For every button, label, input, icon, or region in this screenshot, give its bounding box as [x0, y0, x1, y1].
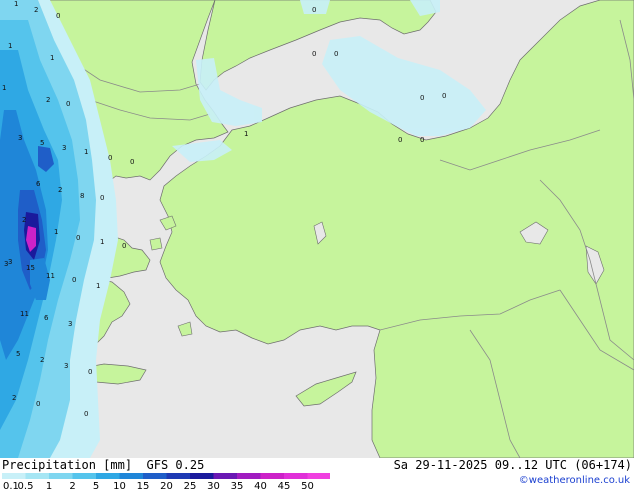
scale-tick-label: 10: [113, 481, 126, 490]
precip-value-label: 0: [36, 400, 40, 408]
precip-value-label: 1: [54, 228, 58, 236]
scale-swatch: [2, 473, 26, 479]
scale-tick-label: 25: [184, 481, 197, 490]
map-title: Precipitation [mm] GFS 0.25: [2, 458, 205, 472]
precip-value-label: 0: [56, 12, 60, 20]
color-scale: 0.10.5 1 2 5 10 15 20 25 30 35 40 45 50: [2, 473, 330, 490]
scale-tick-label: 2: [69, 481, 75, 490]
scale-swatch: [72, 473, 96, 479]
scale-tick-label: 0.1: [3, 481, 19, 490]
precip-value-label: 11: [20, 310, 29, 318]
scale-tick-label: 40: [254, 481, 267, 490]
credit-link[interactable]: ©weatheronline.co.uk: [519, 475, 630, 486]
scale-tick-label: 45: [278, 481, 291, 490]
scale-swatch: [284, 473, 308, 479]
precip-value-label: 0: [72, 276, 76, 284]
precip-value-label: 0: [398, 136, 402, 144]
scale-tick-label: 35: [231, 481, 244, 490]
scale-swatch: [237, 473, 261, 479]
precip-value-label: 1: [8, 42, 12, 50]
precip-value-label: 2: [58, 186, 62, 194]
precip-value-label: 0: [130, 158, 134, 166]
precip-value-label: 2: [12, 394, 16, 402]
scale-swatch: [143, 473, 167, 479]
precip-value-label: 3: [18, 134, 22, 142]
scale-tick-label: 20: [160, 481, 173, 490]
precip-value-label: 5: [40, 139, 44, 147]
scale-swatch: [166, 473, 190, 479]
scale-swatch: [49, 473, 73, 479]
precip-value-label: 3: [64, 362, 68, 370]
scale-tick-label: 5: [93, 481, 99, 490]
scale-tick-label: 30: [207, 481, 220, 490]
precip-value-label: 3: [62, 144, 66, 152]
precip-value-label: 0: [420, 136, 424, 144]
precip-value-label: 1: [84, 148, 88, 156]
scale-swatch: [307, 473, 330, 479]
precip-value-label: 1: [50, 54, 54, 62]
scale-tick-label: 0.5: [18, 481, 34, 490]
precip-value-label: 3: [68, 320, 72, 328]
precip-value-label: 2: [40, 356, 44, 364]
precip-value-label: 6: [36, 180, 41, 188]
precip-value-label: 0: [76, 234, 80, 242]
precip-value-label: 15: [26, 264, 35, 272]
precip-value-label: 2: [22, 216, 26, 224]
precip-value-label: 8: [80, 192, 84, 200]
precip-value-label: 0: [66, 100, 70, 108]
precip-value-label: 1: [100, 238, 104, 246]
precip-value-label: 0: [312, 6, 316, 14]
precip-value-label: 3: [8, 258, 12, 266]
precip-value-label: 2: [46, 96, 50, 104]
scale-swatch: [260, 473, 284, 479]
scale-tick-label: 15: [137, 481, 150, 490]
scale-swatch: [119, 473, 143, 479]
precip-value-label: 3: [4, 260, 8, 268]
valid-time: Sa 29-11-2025 09..12 UTC (06+174): [393, 458, 632, 472]
precip-value-label: 1: [14, 0, 18, 8]
precip-value-label: 1: [244, 130, 248, 138]
precip-value-label: 11: [46, 272, 55, 280]
precip-value-label: 0: [334, 50, 338, 58]
precip-value-label: 0: [312, 50, 316, 58]
precip-value-label: 5: [16, 350, 20, 358]
scale-tick-label: 1: [46, 481, 52, 490]
scale-swatch: [25, 473, 49, 479]
precip-value-label: 1: [96, 282, 100, 290]
precip-value-label: 0: [122, 242, 126, 250]
precip-value-label: 0: [100, 194, 104, 202]
scale-swatch: [96, 473, 120, 479]
precip-value-label: 6: [44, 314, 49, 322]
scale-tick-label: 50: [301, 481, 314, 490]
precipitation-map: 1 2 0 1 1 1 2 0 3 5 3 1 0 0 6 2 0 8 2 1 0 3 1 0 3 15 11 0 1 11 6 3 5 2 3 0 2…: [0, 0, 634, 459]
precip-value-label: 0: [88, 368, 92, 376]
scale-swatch: [213, 473, 237, 479]
precip-value-label: 0: [420, 94, 424, 102]
precip-value-label: 2: [34, 6, 38, 14]
precip-value-label: 0: [442, 92, 446, 100]
precip-value-label: 0: [108, 154, 112, 162]
scale-swatch: [190, 473, 214, 479]
precip-value-label: 0: [84, 410, 88, 418]
map-footer: Precipitation [mm] GFS 0.25 Sa 29-11-202…: [0, 458, 634, 490]
precip-value-label: 1: [2, 84, 6, 92]
